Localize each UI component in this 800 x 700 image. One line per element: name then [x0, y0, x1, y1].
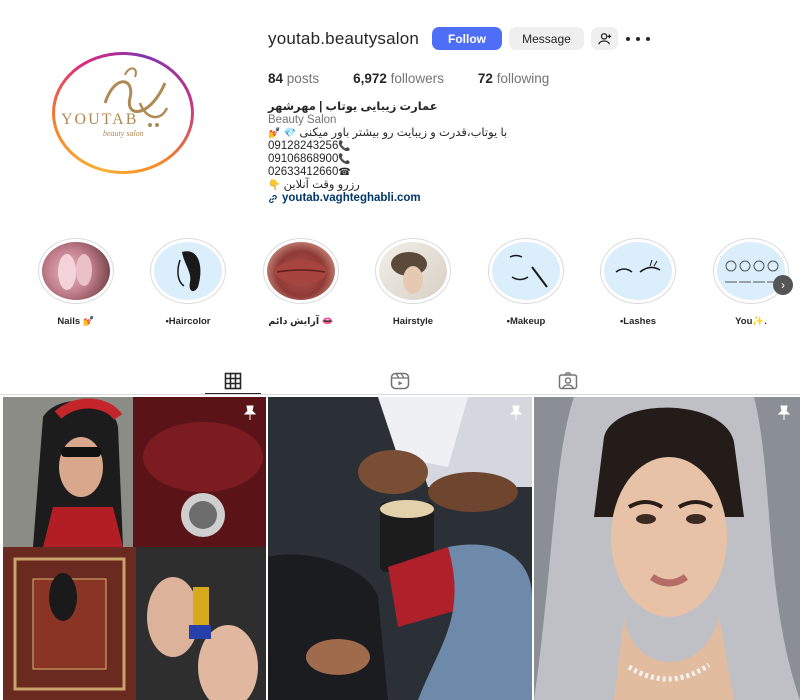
post-2[interactable] [268, 397, 532, 700]
highlight-cover [42, 242, 110, 300]
highlight-ring [263, 238, 339, 304]
lashes-sketch-icon [615, 259, 661, 273]
posts-stat: 84 posts [268, 71, 319, 86]
reels-icon [390, 372, 410, 390]
more-icon [626, 37, 630, 41]
highlight-ring [375, 238, 451, 304]
highlights-next-button[interactable]: › [773, 275, 793, 295]
highlight-lashes[interactable]: •Lashes [598, 238, 678, 327]
pinned-icon [509, 405, 523, 420]
profile-stats: 84 posts 6,972 followers 72 following [268, 71, 583, 86]
highlight-nails[interactable]: Nails 💅 [36, 238, 116, 327]
highlight-cover [604, 242, 672, 300]
profile-bio: عمارت زیبایی یوتاب | مهرشهر Beauty Salon… [268, 101, 568, 205]
followers-label: followers [390, 71, 444, 86]
highlight-label: •Makeup [506, 316, 546, 327]
more-icon-dot [636, 37, 640, 41]
highlight-label: You✨. [735, 316, 767, 327]
bio-link-text: youtab.vaghteghabli.com [282, 192, 421, 204]
makeup-sketch-icon [509, 254, 548, 288]
logo-subtext: beauty salon [103, 129, 144, 138]
tabs-divider [0, 394, 800, 395]
booking-text: رزرو وقت آنلاین [283, 179, 360, 191]
highlight-cover [492, 242, 560, 300]
nails-image [58, 254, 92, 290]
booking-line: 👇 رزرو وقت آنلاین [268, 179, 568, 192]
phone-icon: 📞 [338, 141, 351, 152]
followers-stat[interactable]: 6,972 followers [353, 71, 444, 86]
posts-count: 84 [268, 71, 284, 86]
suggested-users-button[interactable] [591, 27, 618, 50]
profile-category: Beauty Salon [268, 114, 337, 126]
chevron-right-icon: › [781, 278, 785, 292]
link-icon [269, 194, 277, 203]
bio-tagline-line: 💅 💎 با یوتاب،قدرت و زیبایت رو بیشتر باور… [268, 127, 568, 140]
phone-line-1[interactable]: 09128243256📞 [268, 140, 568, 153]
post-3[interactable] [534, 397, 800, 700]
highlight-ring [488, 238, 564, 304]
story-highlights: Nails 💅 •Haircolor آرایش دائم 👄 Hairstyl… [0, 238, 800, 328]
following-stat[interactable]: 72 following [478, 71, 549, 86]
tab-tagged[interactable] [540, 368, 596, 394]
profile-avatar[interactable]: YOUTAB beauty salon [52, 52, 194, 174]
logo-text: YOUTAB [61, 111, 139, 128]
highlight-label: •Lashes [619, 316, 657, 327]
bio-link[interactable]: youtab.vaghteghabli.com [268, 192, 568, 205]
highlight-haircolor[interactable]: •Haircolor [148, 238, 228, 327]
following-label: following [496, 71, 550, 86]
phone-line-3[interactable]: 02633412660☎ [268, 166, 568, 179]
profile-username: youtab.beautysalon [268, 29, 420, 48]
highlight-ring [38, 238, 114, 304]
phone-number-1: 09128243256 [268, 140, 339, 152]
highlight-label: Nails 💅 [57, 316, 95, 327]
following-count: 72 [477, 71, 493, 86]
highlight-ring [600, 238, 676, 304]
add-user-icon [597, 32, 611, 45]
post-1[interactable] [3, 397, 266, 700]
highlight-label: Hairstyle [392, 316, 434, 327]
highlight-permanent-makeup[interactable]: آرایش دائم 👄 [261, 238, 341, 327]
hairstyle-image [391, 252, 427, 294]
highlight-ring [150, 238, 226, 304]
hair-sketch-icon [177, 251, 201, 292]
posts-label: posts [286, 71, 320, 86]
highlight-cover [379, 242, 447, 300]
lips-image [275, 260, 327, 284]
nail-polish-icon: 💅 [268, 128, 281, 139]
follow-button[interactable]: Follow [432, 27, 502, 50]
highlight-cover [154, 242, 222, 300]
diamond-icon: 💎 [283, 128, 297, 139]
phone-icon: 📞 [338, 154, 351, 165]
posts-grid-icon [224, 372, 242, 389]
pinned-icon [777, 405, 791, 420]
post-3-image [534, 397, 800, 700]
avatar-logo: YOUTAB beauty salon [55, 55, 191, 171]
bio-tagline: با یوتاب،قدرت و زیبایت رو بیشتر باور میک… [299, 127, 508, 139]
phone-line-2[interactable]: 09106868900📞 [268, 153, 568, 166]
telephone-icon: ☎ [338, 167, 351, 178]
highlight-cover [267, 242, 335, 300]
highlight-label: آرایش دائم 👄 [268, 316, 334, 327]
message-button[interactable]: Message [509, 27, 584, 50]
phone-number-3: 02633412660 [268, 166, 339, 178]
pointing-hand-icon: 👇 [268, 180, 281, 191]
followers-count: 6,972 [353, 71, 387, 86]
tagged-icon [558, 372, 578, 390]
highlight-ring [713, 238, 789, 304]
phone-number-2: 09106868900 [268, 153, 339, 165]
highlight-label: •Haircolor [165, 316, 211, 327]
more-icon-dot [646, 37, 650, 41]
highlight-hairstyle[interactable]: Hairstyle [373, 238, 453, 327]
highlight-makeup[interactable]: •Makeup [486, 238, 566, 327]
post-1-image [3, 397, 266, 700]
more-options-button[interactable] [626, 30, 650, 48]
profile-full-name: عمارت زیبایی یوتاب | مهرشهر [268, 101, 438, 113]
tab-posts[interactable] [205, 368, 261, 394]
post-2-image [268, 397, 532, 700]
tab-reels[interactable] [372, 368, 428, 394]
pinned-icon [243, 405, 257, 420]
